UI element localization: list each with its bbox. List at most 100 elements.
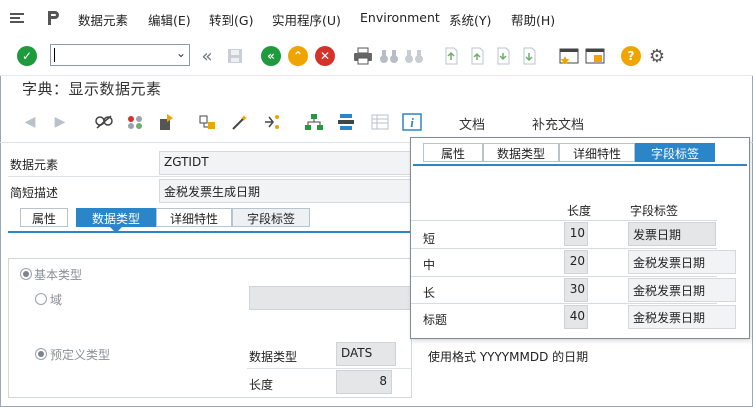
short-description-field[interactable]: 金税发票生成日期 bbox=[159, 179, 411, 203]
arrow-right-icon[interactable]: ▶ bbox=[50, 112, 70, 132]
length-field-heading[interactable]: 40 bbox=[564, 305, 588, 329]
cancel-button[interactable]: ✕ bbox=[314, 45, 336, 67]
elementary-type-radio[interactable] bbox=[20, 268, 32, 280]
last-page-button[interactable] bbox=[518, 45, 540, 67]
tab-indicator-line bbox=[8, 231, 411, 233]
row-name-medium: 中 bbox=[423, 258, 436, 272]
table-icon[interactable] bbox=[370, 112, 390, 132]
length-field-long[interactable]: 30 bbox=[564, 278, 588, 302]
menu-goto[interactable]: 转到(G) bbox=[209, 10, 253, 29]
menu-help[interactable]: 帮助(H) bbox=[511, 10, 555, 29]
domain-radio[interactable] bbox=[35, 293, 47, 305]
menu-bar: 数据元素 编辑(E) 转到(G) 实用程序(U) Environment 系统(… bbox=[0, 0, 753, 36]
data-element-label: 数据元素 bbox=[10, 158, 59, 172]
predefined-type-radio[interactable] bbox=[35, 348, 47, 360]
back-icon: « bbox=[261, 46, 281, 66]
standard-toolbar: ✓ ⌄ « « ⌃ ✕ ? ⚙ bbox=[0, 36, 753, 76]
menu-environment[interactable]: Environment bbox=[360, 10, 440, 25]
first-page-button[interactable] bbox=[440, 45, 462, 67]
find-next-button[interactable] bbox=[403, 45, 425, 67]
row-divider bbox=[411, 248, 717, 249]
enter-button[interactable]: ✓ bbox=[16, 45, 38, 67]
next-page-button[interactable] bbox=[492, 45, 514, 67]
tab-data-type[interactable]: 数据类型 bbox=[76, 208, 156, 227]
elementary-type-label: 基本类型 bbox=[34, 268, 83, 282]
supplementary-doc-button[interactable]: 补充文档 bbox=[532, 114, 584, 133]
length-column-header: 长度 bbox=[567, 204, 592, 218]
popup-tab-further-characteristics[interactable]: 详细特性 bbox=[559, 143, 635, 162]
data-element-field[interactable]: ZGTIDT bbox=[159, 151, 411, 175]
arrow-left-icon[interactable]: ◀ bbox=[20, 112, 40, 132]
menu-edit[interactable]: 编辑(E) bbox=[148, 10, 191, 29]
save-button[interactable] bbox=[224, 45, 246, 67]
new-session-button[interactable] bbox=[558, 45, 580, 67]
navigation-icon[interactable] bbox=[262, 112, 282, 132]
label-field-short[interactable]: 发票日期 bbox=[628, 222, 716, 246]
last-page-icon bbox=[523, 47, 536, 65]
documentation-button[interactable]: 文档 bbox=[459, 114, 485, 133]
row-name-long: 长 bbox=[423, 286, 436, 300]
exit-icon: ⌃ bbox=[288, 46, 308, 66]
text-cursor bbox=[54, 48, 55, 62]
command-field[interactable]: ⌄ bbox=[50, 44, 190, 66]
length-field[interactable]: 8 bbox=[336, 370, 392, 394]
shortcut-icon bbox=[585, 48, 605, 64]
data-type-field[interactable]: DATS bbox=[336, 342, 396, 366]
menu-toggle-icon[interactable] bbox=[8, 9, 26, 27]
customize-layout-icon[interactable] bbox=[44, 9, 62, 27]
magic-wand-icon[interactable] bbox=[230, 112, 250, 132]
page-title: 字典：显示数据元素 bbox=[22, 80, 162, 98]
hierarchy-icon[interactable] bbox=[304, 112, 324, 132]
checkmark-icon: ✓ bbox=[17, 46, 37, 66]
gear-icon[interactable]: ⚙ bbox=[646, 45, 668, 67]
display-change-icon[interactable] bbox=[94, 112, 114, 132]
next-page-icon bbox=[497, 47, 510, 65]
tab-attributes[interactable]: 属性 bbox=[20, 208, 68, 227]
print-button[interactable] bbox=[352, 45, 374, 67]
popup-tab-attributes[interactable]: 属性 bbox=[423, 143, 483, 162]
binoculars-icon bbox=[380, 50, 398, 63]
popup-tab-data-type[interactable]: 数据类型 bbox=[483, 143, 559, 162]
previous-page-button[interactable] bbox=[466, 45, 488, 67]
info-icon[interactable]: i bbox=[402, 112, 422, 132]
activate-icon[interactable] bbox=[157, 112, 177, 132]
popup-tab-indicator-line bbox=[413, 164, 747, 166]
label-field-long[interactable]: 金税发票日期 bbox=[628, 278, 736, 302]
row-divider bbox=[8, 176, 411, 177]
length-field-medium[interactable]: 20 bbox=[564, 250, 588, 274]
exit-button[interactable]: ⌃ bbox=[287, 45, 309, 67]
length-label: 长度 bbox=[249, 378, 274, 392]
length-field-short[interactable]: 10 bbox=[564, 222, 588, 246]
where-used-icon[interactable] bbox=[198, 112, 218, 132]
data-type-label: 数据类型 bbox=[249, 350, 298, 364]
other-object-icon[interactable] bbox=[125, 112, 145, 132]
find-button[interactable] bbox=[378, 45, 400, 67]
back-button[interactable]: « bbox=[260, 45, 282, 67]
new-session-icon bbox=[559, 48, 579, 65]
active-tab-notch bbox=[110, 227, 122, 233]
cancel-icon: ✕ bbox=[315, 46, 335, 66]
double-chevron-left-icon[interactable]: « bbox=[196, 45, 218, 67]
structure-icon[interactable] bbox=[336, 112, 356, 132]
field-label-column-header: 字段标签 bbox=[630, 204, 679, 218]
short-description-label: 简短描述 bbox=[10, 186, 59, 200]
row-divider bbox=[411, 276, 717, 277]
popup-tab-field-label[interactable]: 字段标签 bbox=[635, 143, 715, 162]
help-button[interactable]: ? bbox=[620, 45, 642, 67]
domain-label: 域 bbox=[50, 293, 63, 307]
data-type-description: 使用格式 YYYYMMDD 的日期 bbox=[428, 350, 589, 364]
menu-data-element[interactable]: 数据元素 bbox=[78, 10, 128, 29]
label-field-medium[interactable]: 金税发票日期 bbox=[628, 250, 736, 274]
tab-further-characteristics[interactable]: 详细特性 bbox=[156, 208, 232, 227]
save-icon bbox=[228, 49, 242, 63]
menu-system[interactable]: 系统(Y) bbox=[449, 10, 491, 29]
row-divider bbox=[411, 220, 717, 221]
row-name-short: 短 bbox=[423, 232, 436, 246]
chevron-down-icon[interactable]: ⌄ bbox=[176, 46, 186, 60]
menu-utilities[interactable]: 实用程序(U) bbox=[272, 10, 341, 29]
domain-field[interactable] bbox=[249, 286, 411, 310]
shortcut-button[interactable] bbox=[584, 45, 606, 67]
row-divider bbox=[247, 368, 411, 369]
tab-field-label[interactable]: 字段标签 bbox=[232, 208, 310, 227]
label-field-heading[interactable]: 金税发票日期 bbox=[628, 305, 736, 329]
